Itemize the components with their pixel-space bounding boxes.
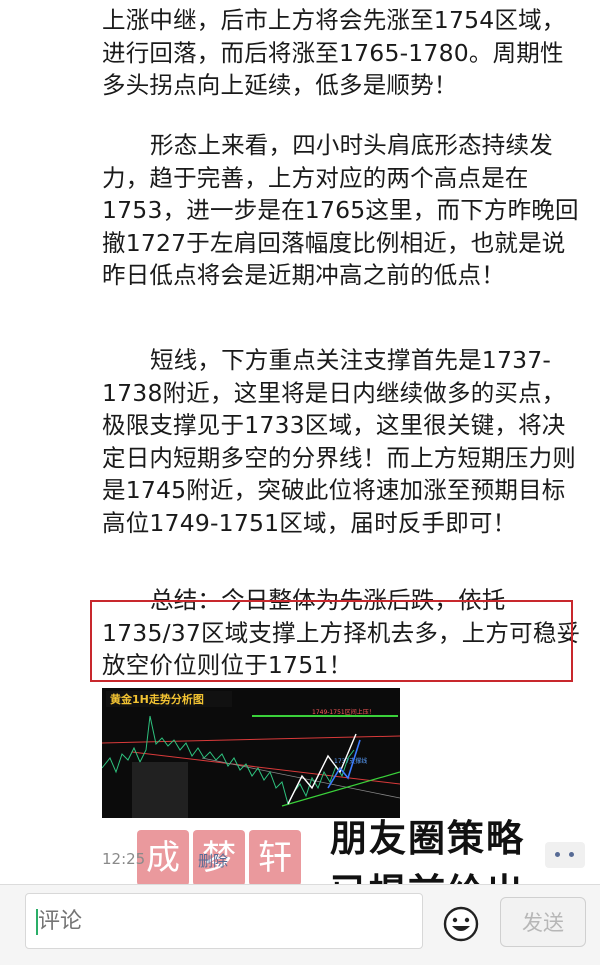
dot-icon (569, 852, 574, 857)
post-paragraph-2: 形态上来看，四小时头肩底形态持续发力，趋于完善，上方对应的两个高点是在1753，… (102, 131, 579, 289)
smiley-icon[interactable] (442, 905, 480, 943)
send-button[interactable]: 发送 (500, 897, 586, 947)
comment-input[interactable] (25, 893, 423, 949)
post-paragraph-1: 上涨中继，后市上方将会先涨至1754区域，进行回落，而后将涨至1765-1780… (102, 6, 566, 99)
comment-bar: 发送 (0, 884, 600, 965)
highlight-annotation-box (90, 600, 573, 682)
chart-title: 黄金1H走势分析图 (110, 692, 204, 706)
post-time: 12:25 (102, 850, 146, 868)
gold-chart-graphic: 黄金1H走势分析图 1749-1751区间上压！ 1737支撑线 (102, 688, 400, 818)
chart-label-resistance: 1749-1751区间上压！ (312, 708, 375, 716)
delete-link[interactable]: 删除 (198, 850, 228, 871)
chart-label-support: 1737支撑线 (334, 757, 367, 765)
post-paragraph-3: 短线，下方重点关注支撑首先是1737-1738附近，这里将是日内继续做多的买点，… (102, 346, 576, 537)
chart-thumbnail-image[interactable]: 黄金1H走势分析图 1749-1751区间上压！ 1737支撑线 (102, 688, 400, 818)
text-caret (36, 909, 38, 935)
